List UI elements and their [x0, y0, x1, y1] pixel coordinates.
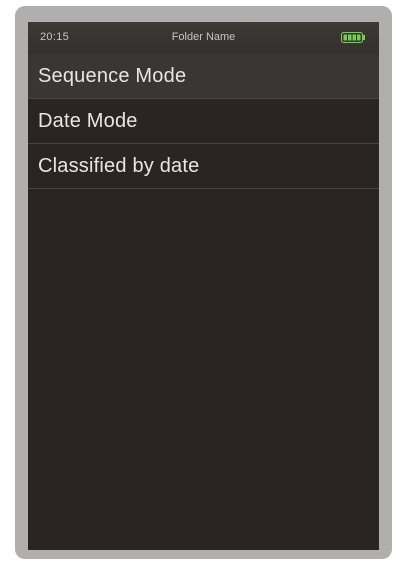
menu-item-label: Classified by date: [38, 154, 200, 177]
menu-item-label: Sequence Mode: [38, 64, 187, 87]
menu-item-classified-by-date[interactable]: Classified by date: [28, 144, 379, 189]
device-frame: 20:15 Folder Name Sequence Mode Date Mod…: [15, 6, 392, 559]
menu-item-sequence-mode[interactable]: Sequence Mode: [28, 54, 379, 99]
battery-full-icon: [341, 32, 365, 43]
folder-name-menu: Sequence Mode Date Mode Classified by da…: [28, 54, 379, 189]
menu-item-date-mode[interactable]: Date Mode: [28, 99, 379, 144]
status-bar: 20:15 Folder Name: [28, 22, 379, 54]
screen: 20:15 Folder Name Sequence Mode Date Mod…: [28, 22, 379, 550]
status-title: Folder Name: [171, 31, 236, 43]
menu-item-label: Date Mode: [38, 109, 138, 132]
